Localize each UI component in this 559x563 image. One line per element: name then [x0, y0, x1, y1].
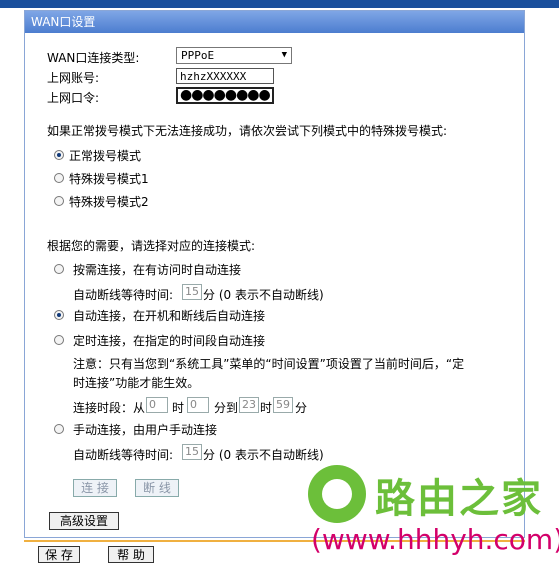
scheduled-connect-radio[interactable] — [54, 335, 64, 345]
account-input[interactable]: hzhzXXXXXX — [176, 68, 274, 84]
dial-special2-radio[interactable] — [54, 196, 64, 206]
on-demand-radio[interactable] — [54, 264, 64, 274]
manual-wait-label: 自动断线等待时间: — [73, 448, 174, 462]
scheduled-note-line2: 时连接”功能才能生效。 — [73, 376, 200, 390]
scheduled-connect-label: 定时连接，在指定的时间段自动连接 — [73, 334, 266, 348]
dial-special1-radio[interactable] — [54, 173, 64, 183]
watermark-logo-icon — [308, 465, 366, 523]
on-demand-wait-hint: 分 (0 表示不自动断线) — [203, 288, 324, 302]
to-hour-label: 时 — [260, 401, 273, 415]
scheduled-note-line1: 注意：只有当您到“系统工具”菜单的“时间设置”项设置了当前时间后，“定 — [73, 357, 465, 371]
wan-type-select[interactable]: PPPoE ▼ — [176, 47, 292, 64]
on-demand-wait-label: 自动断线等待时间: — [73, 288, 174, 302]
connect-button[interactable]: 连 接 — [73, 479, 117, 497]
dial-normal-label: 正常拨号模式 — [69, 149, 142, 163]
help-button[interactable]: 帮 助 — [108, 546, 154, 563]
manual-wait-input[interactable]: 15 — [182, 444, 202, 460]
wan-type-value: PPPoE — [181, 49, 215, 62]
save-button[interactable]: 保 存 — [38, 546, 80, 563]
from-min-input[interactable]: 0 — [187, 397, 209, 413]
panel-title: WAN口设置 — [25, 11, 524, 33]
on-demand-label: 按需连接，在有访问时自动连接 — [73, 263, 242, 277]
chevron-down-icon: ▼ — [281, 50, 287, 60]
auto-connect-radio[interactable] — [54, 310, 64, 320]
wan-settings-panel: WAN口设置 WAN口连接类型: PPPoE ▼ 上网账号: hzhzXXXXX… — [24, 10, 525, 538]
auto-connect-label: 自动连接，在开机和断线后自动连接 — [73, 309, 266, 323]
to-min-label: 分 — [295, 401, 308, 415]
top-bar — [0, 0, 559, 8]
password-input[interactable]: ●●●●●●●● — [176, 87, 274, 104]
wan-type-label: WAN口连接类型: — [47, 51, 140, 65]
to-min-input[interactable]: 59 — [273, 397, 293, 413]
manual-connect-label: 手动连接，由用户手动连接 — [73, 423, 218, 437]
watermark: 路由之家 (www.hhhyh.com) — [305, 460, 559, 563]
advanced-settings-button[interactable]: 高级设置 — [49, 512, 119, 530]
watermark-url: (www.hhhyh.com) — [311, 523, 559, 556]
on-demand-wait-input[interactable]: 15 — [182, 284, 202, 300]
watermark-brand: 路由之家 — [375, 476, 543, 522]
dial-special2-label: 特殊拨号模式2 — [69, 195, 149, 209]
dial-special1-label: 特殊拨号模式1 — [69, 172, 149, 186]
connect-mode-instruction: 根据您的需要，请选择对应的连接模式: — [47, 239, 256, 253]
to-hour-input[interactable]: 23 — [239, 397, 259, 413]
to-label: 分到 — [214, 401, 239, 415]
dial-mode-instruction: 如果正常拨号模式下无法连接成功，请依次尝试下列模式中的特殊拨号模式: — [47, 124, 448, 138]
disconnect-button[interactable]: 断 线 — [135, 479, 179, 497]
account-label: 上网账号: — [47, 71, 100, 85]
period-label: 连接时段：从 — [73, 401, 146, 415]
hour-label: 时 — [172, 401, 185, 415]
manual-connect-radio[interactable] — [54, 424, 64, 434]
dial-normal-radio[interactable] — [54, 150, 64, 160]
from-hour-input[interactable]: 0 — [146, 397, 168, 413]
password-label: 上网口令: — [47, 91, 100, 105]
